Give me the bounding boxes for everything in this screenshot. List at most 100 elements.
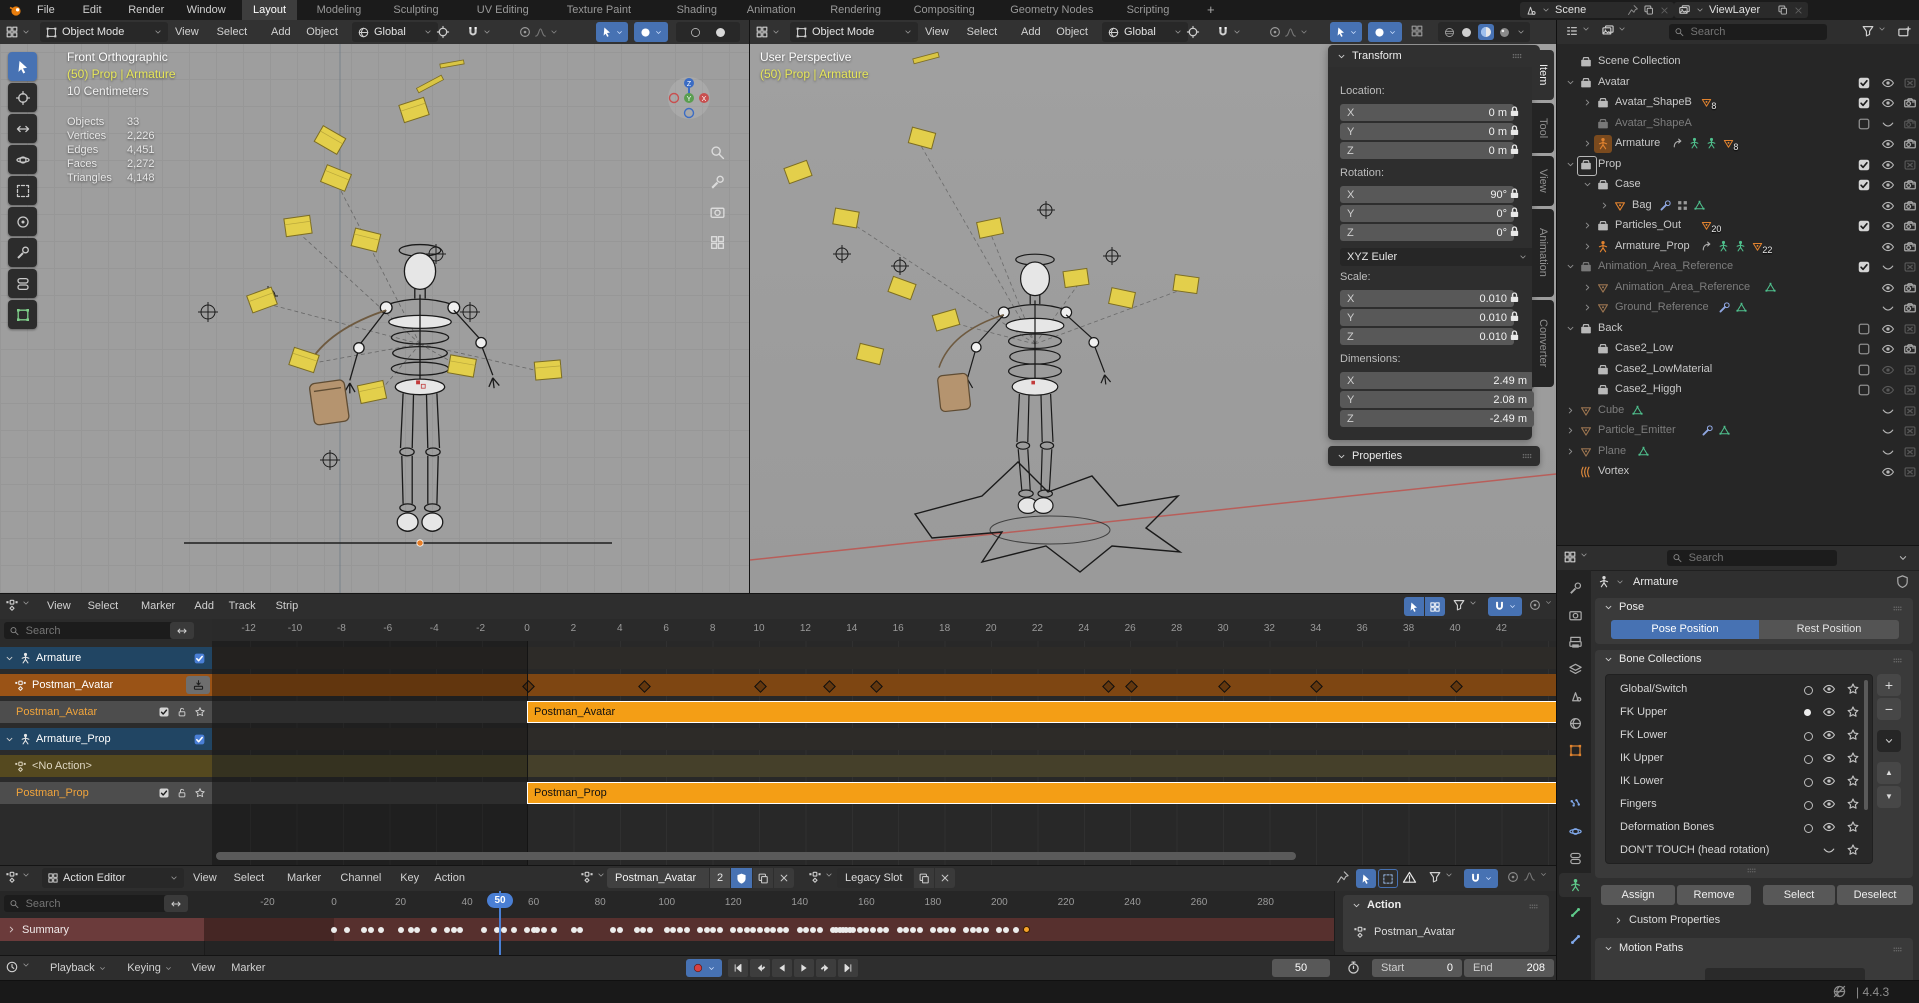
summary-keyframe-dot[interactable] — [917, 927, 923, 933]
dope-menu-marker[interactable]: Marker — [134, 594, 182, 618]
eye-closed-icon[interactable] — [1822, 843, 1836, 857]
summary-keyframe-dot[interactable] — [501, 927, 507, 933]
location-y-field[interactable]: Y0 m — [1340, 123, 1514, 140]
properties-tab-render[interactable] — [1559, 603, 1591, 627]
solo-dot-icon[interactable] — [1804, 755, 1813, 764]
vp-menu-view[interactable]: View — [168, 20, 206, 44]
marquee-button[interactable] — [1378, 869, 1398, 888]
vp-menu-object[interactable]: Object — [299, 20, 345, 44]
action-menu-view[interactable]: View — [186, 866, 224, 890]
summary-keyframe-dot[interactable] — [677, 927, 683, 933]
viewport-right[interactable]: User Perspective(50) Prop | ArmatureTran… — [750, 44, 1556, 593]
tool-cursor-button[interactable] — [8, 83, 37, 112]
jump-to-start-button[interactable] — [728, 959, 748, 977]
navigation-gizmo[interactable]: Z X Y — [667, 76, 711, 120]
channel-slot-no-action[interactable]: <No Action> — [0, 755, 212, 777]
camera-icon[interactable] — [1903, 240, 1917, 254]
outliner-row-case2-higgh[interactable]: Case2_Higgh — [1557, 380, 1919, 400]
properties-options-button[interactable] — [1897, 552, 1909, 564]
summary-keyframe-dot[interactable] — [398, 927, 404, 933]
display-mode-button[interactable] — [1601, 24, 1627, 38]
npanel-tab-view[interactable]: View — [1532, 156, 1554, 206]
workspace-tab-scripting[interactable]: Scripting — [1116, 0, 1181, 20]
proportional-edit-button[interactable] — [1268, 22, 1320, 42]
summary-keyframe-dot[interactable] — [710, 927, 716, 933]
footer-menu-keying[interactable]: Keying — [121, 956, 179, 980]
summary-keyframe-dot[interactable] — [730, 927, 736, 933]
rest-position-button[interactable]: Rest Position — [1759, 620, 1899, 639]
exclude-checkbox[interactable] — [1857, 158, 1871, 172]
add-collection-button[interactable]: + — [1877, 674, 1901, 696]
npanel-tab-converter[interactable]: Converter — [1532, 300, 1554, 388]
properties-tab-world[interactable] — [1559, 711, 1591, 735]
expand-arrow-icon[interactable] — [1565, 261, 1576, 272]
summary-keyframe-dot[interactable] — [704, 927, 710, 933]
deselect-button[interactable]: Deselect — [1837, 885, 1913, 905]
expand-arrow-icon[interactable] — [1582, 282, 1593, 293]
mode-dropdown[interactable]: Object Mode — [40, 22, 168, 42]
outliner-row-plane[interactable]: Plane — [1557, 442, 1919, 462]
remove-button[interactable]: Remove — [1677, 885, 1751, 905]
solo-dot-icon[interactable] — [1804, 801, 1813, 810]
summary-keyframe-dot[interactable] — [897, 927, 903, 933]
action-menu-action[interactable]: Action — [427, 866, 472, 890]
outliner-row-avatar-shapeb[interactable]: Avatar_ShapeB8 — [1557, 93, 1919, 113]
expand-arrow-icon[interactable] — [1582, 220, 1593, 231]
summary-keyframe-dot[interactable] — [970, 927, 976, 933]
topbar-menu-render[interactable]: Render — [119, 0, 173, 20]
vp-menu-object[interactable]: Object — [1049, 20, 1095, 44]
workspace-tab-compositing[interactable]: Compositing — [903, 0, 986, 20]
properties-search[interactable] — [1667, 550, 1837, 566]
slot-pin-button[interactable] — [186, 676, 210, 694]
camera-view-icon[interactable] — [709, 204, 726, 221]
jump-to-next-keyframe-button[interactable] — [816, 959, 836, 977]
camera-icon[interactable] — [1903, 281, 1917, 295]
dope-proportional-button[interactable] — [1528, 598, 1553, 612]
eye-icon[interactable] — [1881, 342, 1895, 356]
pan-icon[interactable] — [709, 174, 726, 191]
action-search-input[interactable] — [24, 897, 165, 911]
summary-keyframe-dot[interactable] — [770, 927, 776, 933]
summary-keyframe-dot[interactable] — [996, 927, 1002, 933]
bone-collection-row[interactable]: Fingers — [1606, 794, 1872, 816]
expand-arrow-icon[interactable] — [1565, 425, 1576, 436]
dope-search-input[interactable] — [24, 624, 171, 638]
eye-icon[interactable] — [1822, 751, 1836, 765]
star-icon[interactable] — [1846, 728, 1860, 742]
eye-icon[interactable] — [1822, 682, 1836, 696]
outliner-search-input[interactable] — [1689, 25, 1823, 39]
bone-collection-row[interactable]: IK Lower — [1606, 771, 1872, 793]
summary-key-band[interactable] — [204, 918, 1334, 941]
properties-search-input[interactable] — [1687, 551, 1832, 565]
summary-keyframe-dot[interactable] — [331, 927, 337, 933]
editor-type-button[interactable] — [1563, 550, 1589, 564]
summary-keyframe-dot[interactable] — [414, 927, 420, 933]
properties-tab-bone[interactable] — [1559, 900, 1591, 924]
bone-collection-row[interactable]: Deformation Bones — [1606, 817, 1872, 839]
scale-x-lock-icon[interactable] — [1508, 291, 1521, 304]
eye-icon[interactable] — [1822, 797, 1836, 811]
summary-keyframe-dot[interactable] — [534, 927, 540, 933]
shading-mode-buttons[interactable] — [1438, 22, 1530, 42]
editor-type-button[interactable] — [5, 598, 31, 612]
outliner-row-armature-prop[interactable]: Armature_Prop22 — [1557, 237, 1919, 257]
dope-menu-track[interactable]: Track — [222, 594, 263, 618]
view-layer-selector[interactable]: ViewLayer — [1674, 2, 1808, 18]
show-gizmo-button[interactable] — [596, 22, 628, 42]
properties-tab-view-layer[interactable] — [1559, 657, 1591, 681]
eye-icon[interactable] — [1881, 178, 1895, 192]
scale-x-field[interactable]: X0.010 — [1340, 290, 1514, 307]
expand-arrow-icon[interactable] — [1565, 77, 1576, 88]
vp-menu-add[interactable]: Add — [264, 20, 298, 44]
topbar-menu-edit[interactable]: Edit — [74, 0, 111, 20]
dope-filter-button[interactable] — [1452, 598, 1478, 612]
summary-keyframe-dot[interactable] — [697, 927, 703, 933]
unlink-slot-button[interactable] — [935, 868, 955, 888]
summary-keyframe-dot[interactable] — [1013, 927, 1019, 933]
outliner-filter-button[interactable] — [1861, 24, 1887, 38]
exclude-checkbox[interactable] — [1857, 76, 1871, 90]
eye-closed-icon[interactable] — [1881, 424, 1895, 438]
rotation-z-lock-icon[interactable] — [1508, 225, 1521, 238]
location-x-field[interactable]: X0 m — [1340, 104, 1514, 121]
pivot-point-button[interactable] — [1186, 25, 1200, 39]
